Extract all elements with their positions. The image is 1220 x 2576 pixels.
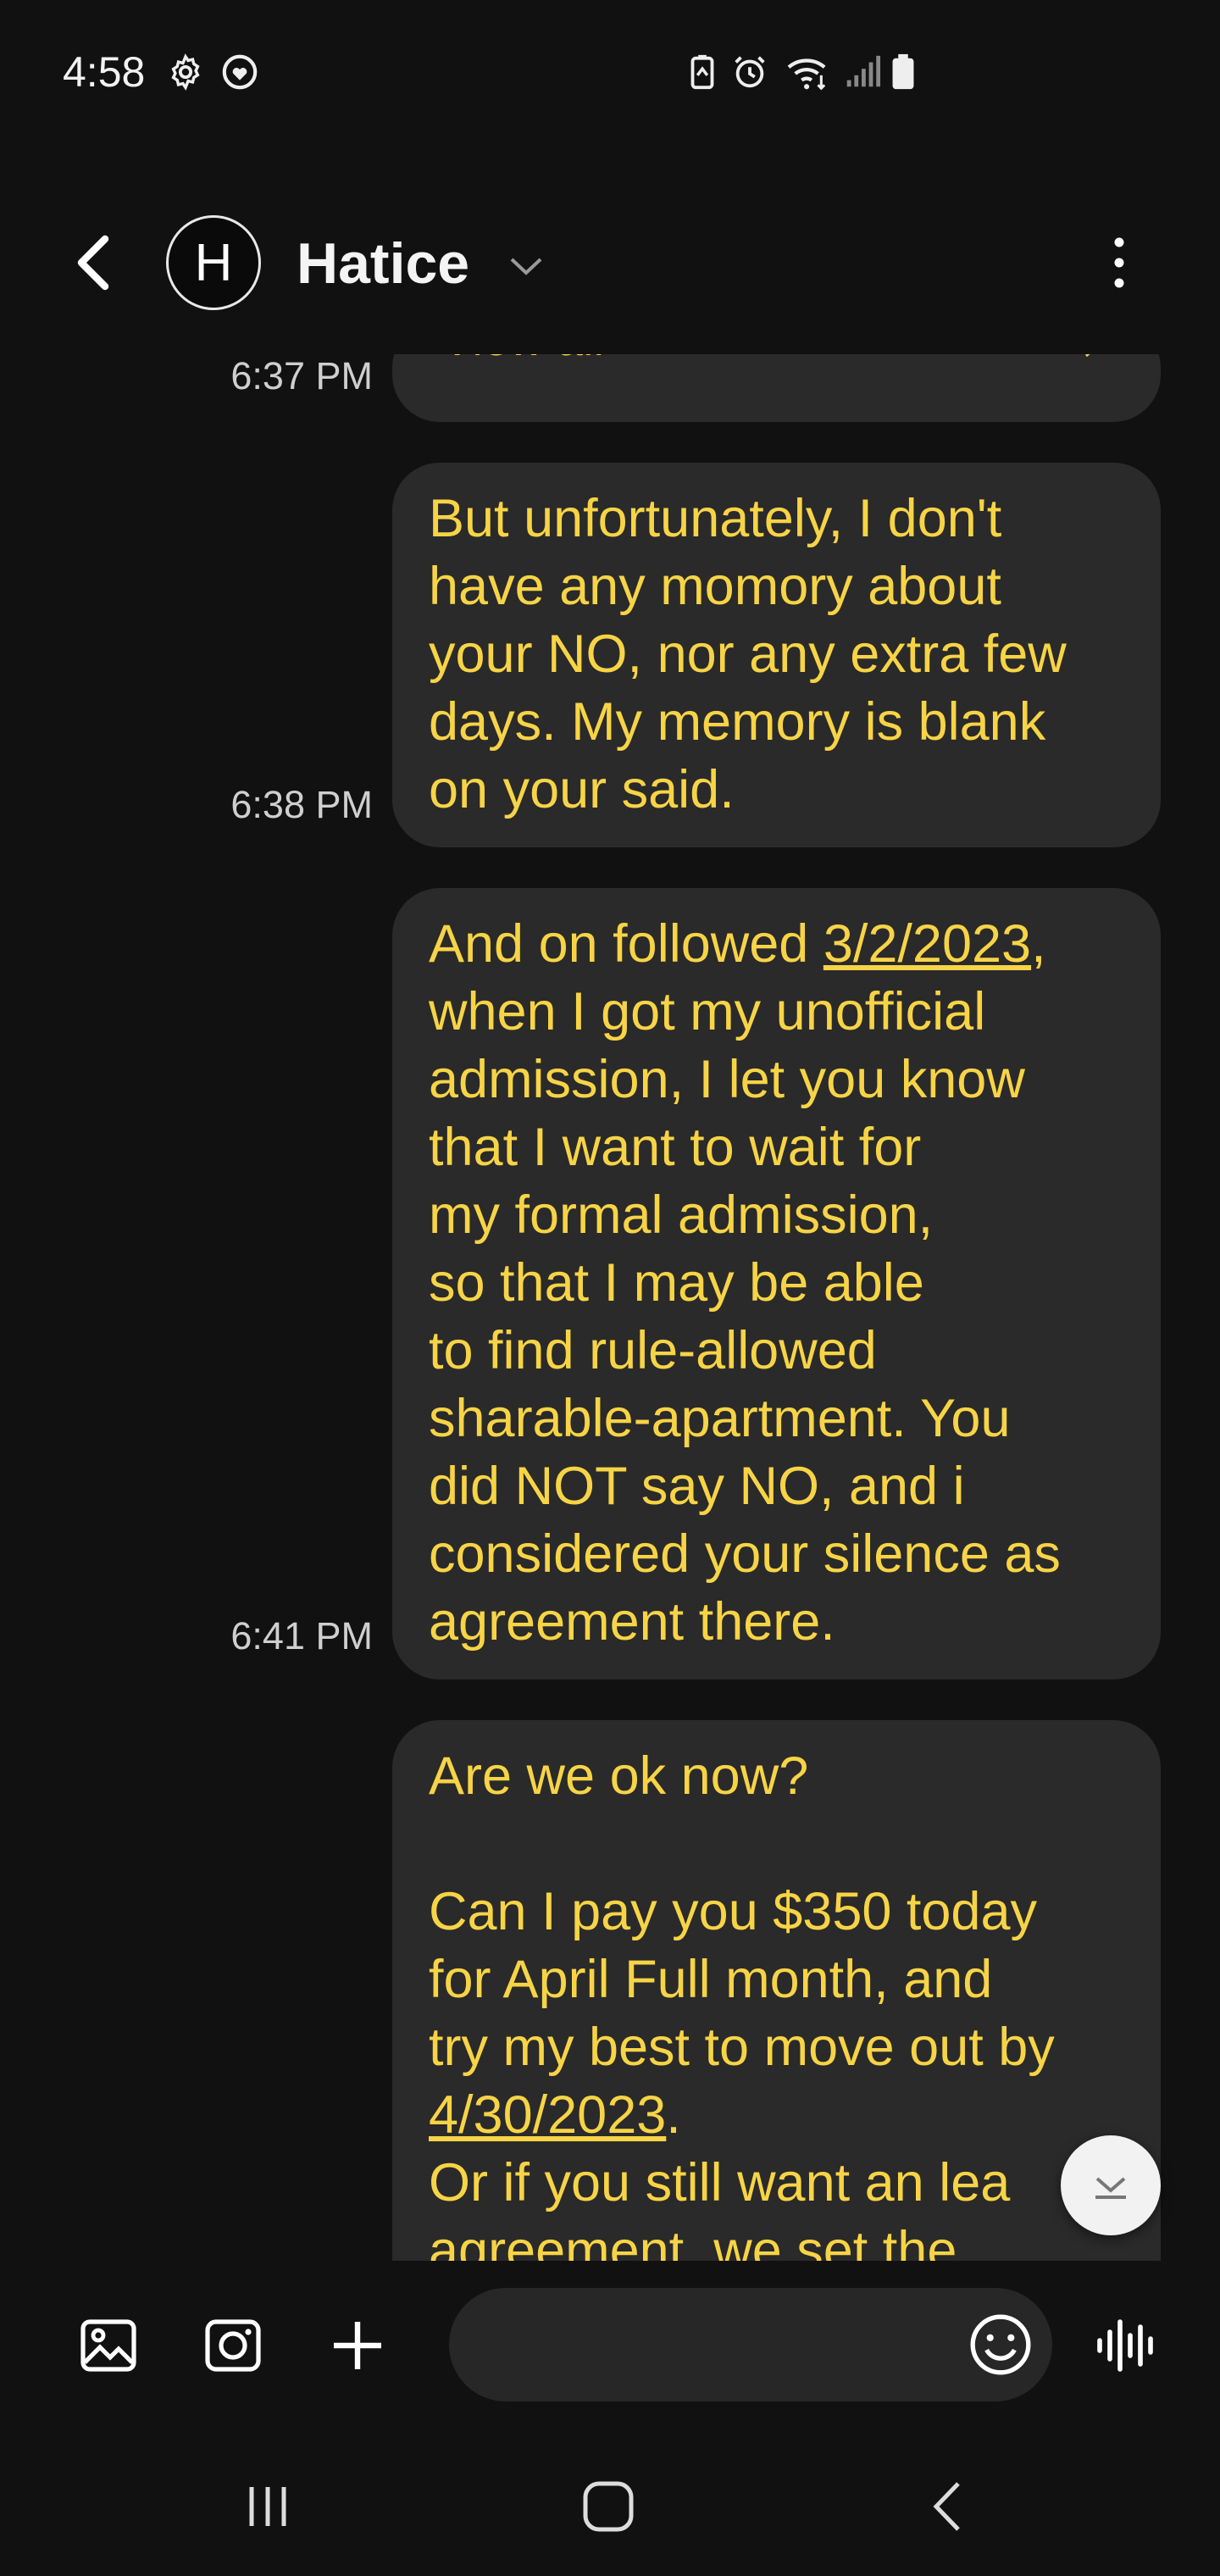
message-input[interactable]: [483, 2313, 957, 2376]
more-vertical-icon[interactable]: [1098, 229, 1140, 297]
scroll-down-icon: [1095, 2177, 1126, 2199]
system-navigation-bar: [0, 2430, 1220, 2576]
message-text: Are we ok now? Can I pay you $350 today …: [429, 1746, 1055, 2261]
recent-apps-button[interactable]: [225, 2464, 310, 2549]
message-bubble[interactable]: And on followed 3/2/2023, when I got my …: [392, 888, 1161, 1679]
settings-icon: [171, 53, 200, 91]
view-all-label: View all: [441, 354, 604, 373]
message-text: And on followed 3/2/2023, when I got my …: [429, 914, 1061, 1652]
message-list[interactable]: View all 6:37 PM But unfortunately, I do…: [0, 354, 1220, 2261]
home-icon: [583, 2481, 634, 2532]
wifi-icon: [787, 58, 826, 91]
recent-apps-icon: [249, 2487, 286, 2526]
date-link[interactable]: 4/30/2023: [429, 2085, 666, 2145]
nav-back-button[interactable]: [907, 2464, 991, 2549]
heart-badge-icon: [222, 54, 258, 90]
date-link[interactable]: 3/2/2023: [824, 914, 1031, 974]
scroll-to-bottom-button[interactable]: [1061, 2135, 1161, 2235]
plus-icon[interactable]: [324, 2312, 391, 2379]
back-arrow-icon[interactable]: [61, 229, 129, 297]
battery-icon: [892, 53, 914, 90]
message-bubble[interactable]: Are we ok now? Can I pay you $350 today …: [392, 1720, 1161, 2261]
message-bubble[interactable]: But unfortunately, I don't have any momo…: [392, 463, 1161, 847]
avatar[interactable]: H: [166, 215, 261, 310]
nav-back-icon: [933, 2482, 960, 2531]
message-timestamp: 6:41 PM: [230, 1614, 373, 1657]
signal-icon: [846, 55, 881, 87]
voice-waveform-icon[interactable]: [1093, 2312, 1161, 2379]
camera-icon[interactable]: [199, 2312, 267, 2379]
gallery-icon[interactable]: [75, 2312, 142, 2379]
alarm-icon: [735, 56, 765, 88]
message-timestamp: 6:37 PM: [230, 354, 373, 397]
message-text: But unfortunately, I don't have any momo…: [429, 489, 1067, 819]
message-timestamp: 6:38 PM: [230, 783, 373, 826]
message-composer: [0, 2261, 1220, 2430]
home-button[interactable]: [566, 2464, 651, 2549]
conversation-header: H Hatice: [0, 186, 1220, 339]
chevron-down-icon[interactable]: [505, 249, 547, 283]
status-time: 4:58: [63, 48, 146, 96]
message-input-container[interactable]: [449, 2288, 1052, 2401]
emoji-icon[interactable]: [966, 2310, 1035, 2379]
battery-saver-icon: [690, 54, 714, 90]
contact-name[interactable]: Hatice: [297, 230, 469, 297]
status-bar: 4:58: [0, 0, 1220, 144]
chevron-right-icon: [1085, 354, 1090, 358]
view-all-bubble[interactable]: View all: [392, 354, 1161, 422]
